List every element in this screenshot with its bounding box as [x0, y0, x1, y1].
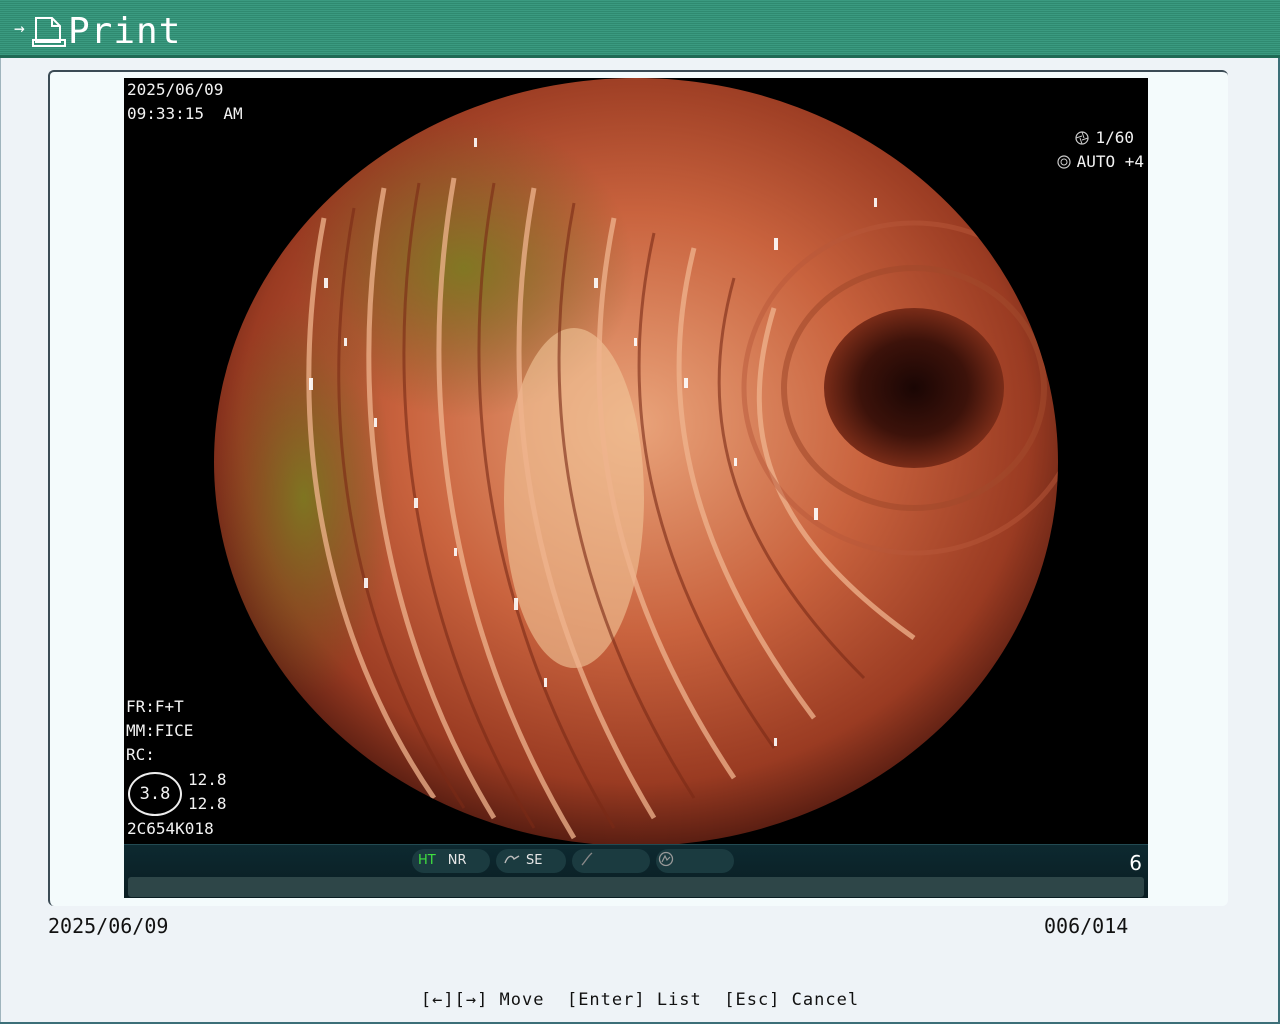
se-label: SE: [526, 853, 543, 868]
fr-setting: FR:F+T: [126, 697, 184, 716]
endoscope-image[interactable]: 2025/06/09 09:33:15 AM 1/60 AUTO +4 FR:F…: [124, 78, 1148, 898]
curve-pill: [572, 849, 650, 873]
page-title: Print: [68, 11, 182, 52]
exposure-mode: AUTO +4: [1076, 152, 1144, 171]
image-number: 6: [1129, 851, 1142, 875]
arrow-icon: →: [14, 18, 25, 39]
se-pill: SE: [496, 849, 566, 873]
capture-time: 09:33:15 AM: [127, 104, 243, 123]
window-left-edge: [0, 58, 1, 1024]
title-bar: → Print: [0, 0, 1280, 58]
endoscopy-view: [214, 78, 1058, 844]
enhance-icon: [504, 855, 520, 864]
scope-id: 2C654K018: [127, 819, 214, 838]
status-lower-bar: [128, 877, 1144, 897]
iris-icon: [1056, 155, 1071, 169]
mode-icon: [658, 851, 674, 867]
exposure-readout: AUTO +4: [1018, 126, 1144, 198]
key-hints: [←][→] Move [Enter] List [Esc] Cancel: [420, 990, 860, 1010]
image-counter: 006/014: [1044, 914, 1129, 938]
footer-date: 2025/06/09: [48, 914, 169, 938]
ht-nr-pill: HT NR: [412, 849, 490, 873]
curve-icon: [581, 852, 593, 866]
mode-pill: [656, 849, 734, 873]
capture-date: 2025/06/09: [127, 80, 224, 99]
value-a: 12.8: [188, 770, 227, 789]
circle-value: 3.8: [128, 772, 182, 816]
document-icon: [32, 17, 66, 47]
ht-label: HT: [418, 853, 436, 868]
rc-setting: RC:: [126, 745, 155, 764]
nr-label: NR: [447, 853, 467, 868]
status-bar: HT NR SE 6: [124, 844, 1148, 898]
value-b: 12.8: [188, 794, 227, 813]
mm-setting: MM:FICE: [126, 721, 194, 740]
